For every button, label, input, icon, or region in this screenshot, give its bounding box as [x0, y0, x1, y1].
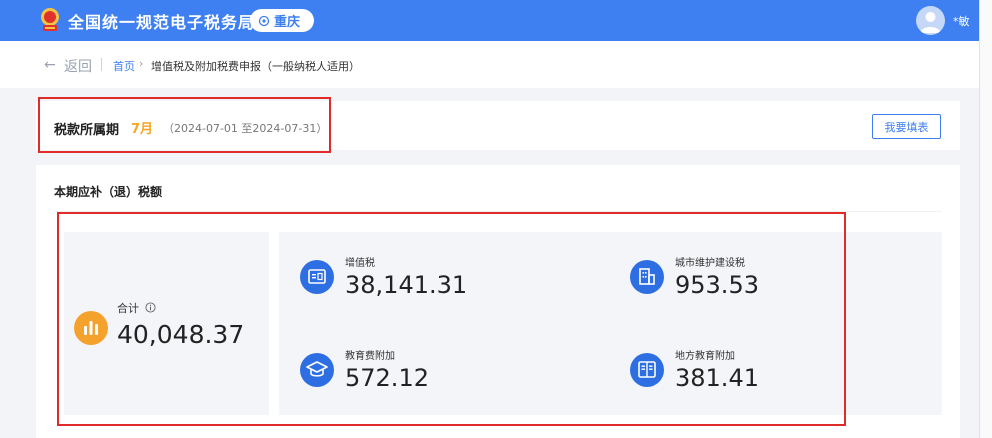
app-title: 全国统一规范电子税务局	[68, 13, 256, 32]
breadcrumb-home-link[interactable]: 首页	[113, 58, 135, 74]
back-arrow-icon[interactable]: ←	[44, 57, 56, 73]
tax-emblem-icon	[41, 8, 59, 31]
chevron-right-icon: ›	[139, 57, 144, 70]
tax-section-title: 本期应补（退）税额	[54, 185, 163, 199]
back-link[interactable]: 返回	[64, 56, 92, 76]
fill-form-button[interactable]: 我要填表	[872, 114, 941, 139]
breadcrumb-divider	[101, 58, 102, 71]
user-avatar[interactable]	[916, 6, 945, 35]
scrollbar[interactable]	[979, 0, 992, 438]
breadcrumb-current: 增值税及附加税费申报（一般纳税人适用）	[151, 60, 360, 73]
highlight-box-tax-amounts	[57, 212, 846, 426]
top-header: 全国统一规范电子税务局 重庆 *敏	[0, 0, 979, 41]
region-selector[interactable]: 重庆	[250, 9, 314, 32]
highlight-box-period	[38, 97, 331, 153]
breadcrumb: ← 返回 首页 › 增值税及附加税费申报（一般纳税人适用）	[0, 41, 979, 88]
user-icon	[920, 12, 941, 33]
user-name[interactable]: *敏	[953, 13, 970, 29]
location-pin-icon	[258, 15, 270, 26]
region-name: 重庆	[274, 15, 301, 30]
